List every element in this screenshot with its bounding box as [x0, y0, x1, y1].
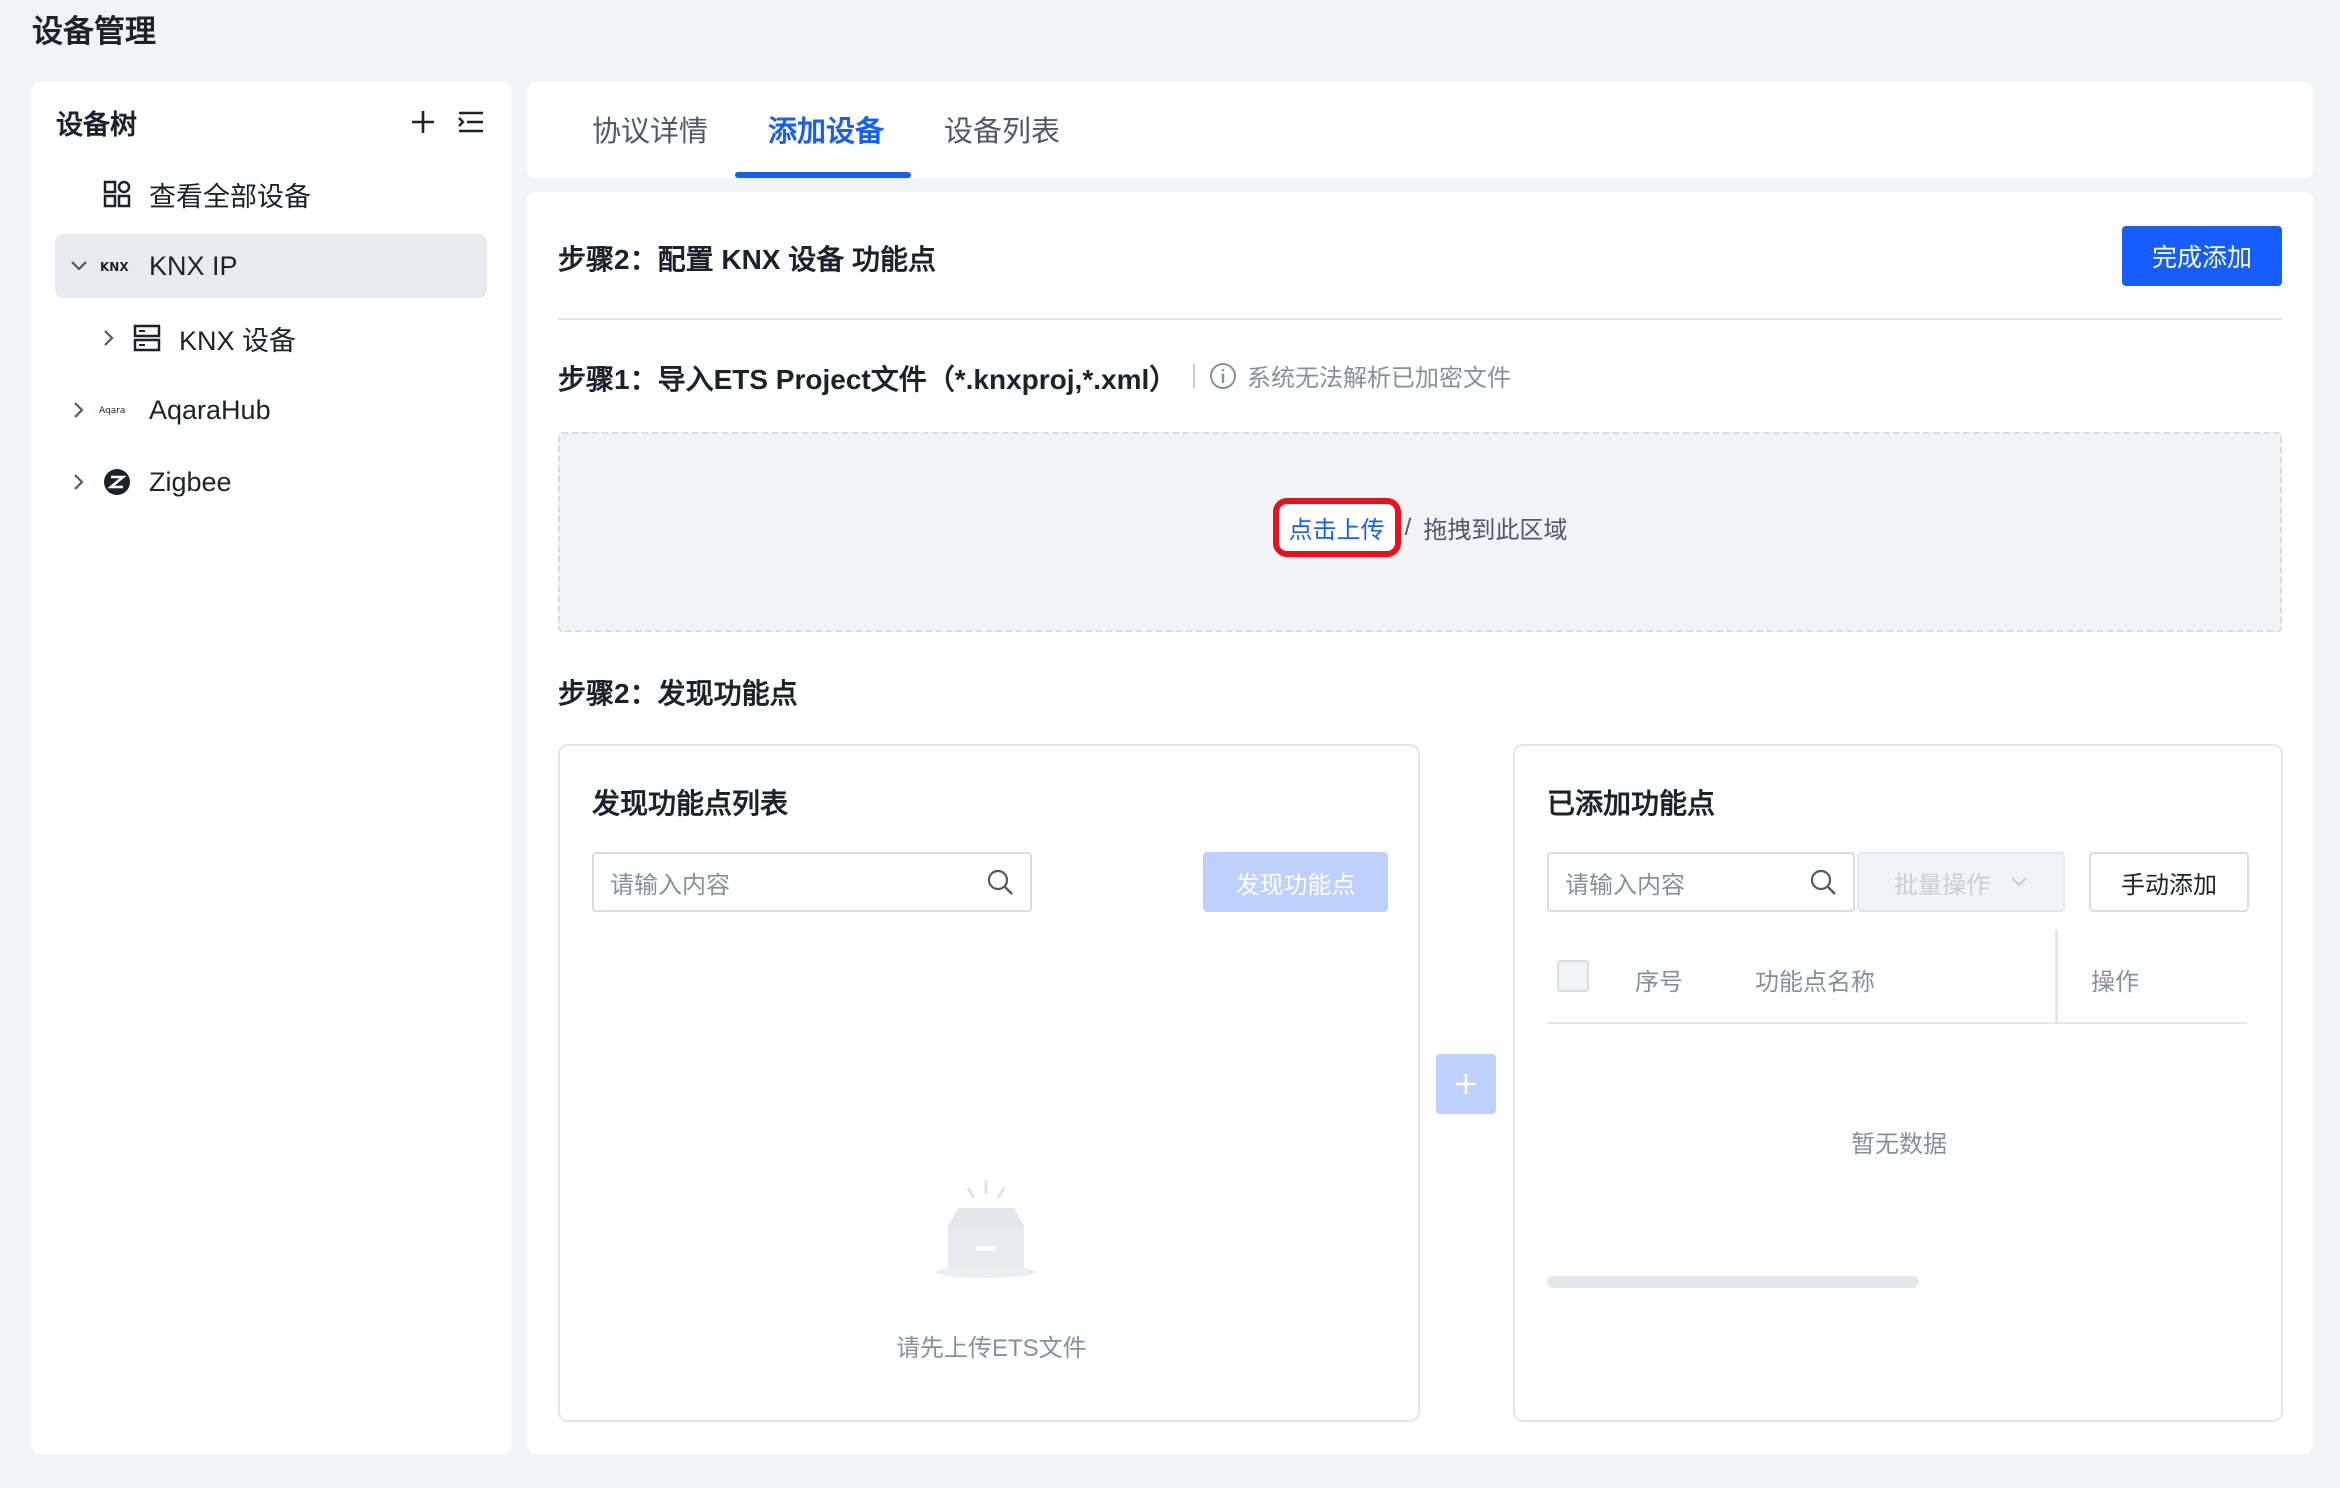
search-icon[interactable] — [986, 868, 1014, 896]
info-icon — [1210, 362, 1236, 389]
device-tree-title: 设备树 — [56, 109, 137, 140]
plus-icon — [1456, 1074, 1476, 1094]
search-placeholder: 请输入内容 — [610, 871, 730, 899]
tab-bar: 协议详情 添加设备 设备列表 — [527, 82, 2313, 178]
page-title: 设备管理 — [32, 14, 156, 49]
chevron-right-icon[interactable] — [95, 324, 123, 352]
upload-dropzone[interactable]: 点击上传 / 拖拽到此区域 — [558, 432, 2282, 632]
aqara-icon: Aqara — [99, 392, 135, 428]
zigbee-icon — [99, 464, 135, 500]
table-header: 序号 功能点名称 操作 — [1547, 930, 2247, 1024]
knx-icon: KNX — [99, 248, 135, 284]
chevron-down-icon[interactable] — [65, 252, 93, 280]
search-placeholder: 请输入内容 — [1565, 871, 1685, 899]
tree-item-zigbee[interactable]: Zigbee — [55, 450, 487, 514]
tab-protocol-details[interactable]: 协议详情 — [592, 108, 708, 178]
device-tree-header: 设备树 — [56, 102, 491, 142]
batch-actions-dropdown[interactable]: 批量操作 — [1857, 852, 2065, 912]
discover-points-button[interactable]: 发现功能点 — [1203, 852, 1388, 912]
search-icon[interactable] — [1809, 868, 1837, 896]
discover-step-title: 步骤2：发现功能点 — [558, 678, 798, 709]
hint-separator — [1193, 363, 1195, 388]
tree-item-knx-ip[interactable]: KNX KNX IP — [55, 234, 487, 298]
manual-add-button[interactable]: 手动添加 — [2089, 852, 2249, 912]
upload-separator: / — [1404, 513, 1412, 541]
svg-text:KNX: KNX — [100, 260, 129, 274]
add-device-panel: 步骤2：配置 KNX 设备 功能点 完成添加 步骤1：导入ETS Project… — [527, 192, 2313, 1454]
tree-item-label: AqaraHub — [149, 394, 271, 425]
click-upload-link[interactable]: 点击上传 — [1272, 498, 1401, 557]
tab-add-device[interactable]: 添加设备 — [768, 108, 884, 178]
empty-table-text: 暂无数据 — [1851, 1131, 1947, 1158]
drag-hint: 拖拽到此区域 — [1423, 517, 1568, 544]
grid-icon — [99, 176, 135, 212]
empty-box-icon — [936, 1180, 1036, 1278]
config-step-title: 步骤2：配置 KNX 设备 功能点 — [558, 244, 937, 275]
added-points-card: 已添加功能点 请输入内容 批量操作 手动添加 序号 功能点名称 操作 暂无数据 — [1513, 744, 2283, 1422]
active-tab-indicator — [735, 172, 911, 178]
encryption-hint: 系统无法解析已加密文件 — [1193, 358, 1511, 393]
svg-text:Aqara: Aqara — [99, 406, 125, 416]
tree-item-label: KNX IP — [149, 250, 238, 281]
added-search-input[interactable]: 请输入内容 — [1547, 852, 1855, 912]
tree-item-label: 查看全部设备 — [149, 181, 311, 212]
chevron-right-icon[interactable] — [65, 468, 93, 496]
import-step-title: 步骤1：导入ETS Project文件（*.knxproj,*.xml） — [558, 364, 1178, 395]
finish-add-button[interactable]: 完成添加 — [2122, 226, 2282, 286]
empty-upload-text: 请先上传ETS文件 — [896, 1335, 1087, 1362]
column-resize-handle[interactable] — [2055, 930, 2058, 1024]
hint-text: 系统无法解析已加密文件 — [1247, 365, 1511, 392]
batch-actions-label: 批量操作 — [1894, 871, 1990, 899]
chevron-down-icon — [2011, 877, 2027, 887]
tree-item-all-devices[interactable]: 查看全部设备 — [55, 162, 487, 226]
horizontal-scrollbar[interactable] — [1547, 1276, 1919, 1288]
add-icon[interactable] — [403, 102, 443, 142]
device-tree-panel: 设备树 查看全部设备 KNX KNX IP KNX 设备 Aqara Aqara… — [31, 82, 511, 1454]
card-title: 发现功能点列表 — [592, 788, 789, 819]
column-header-actions: 操作 — [2091, 969, 2139, 996]
chevron-right-icon[interactable] — [65, 396, 93, 424]
divider — [558, 318, 2282, 320]
tree-item-label: KNX 设备 — [179, 325, 297, 356]
column-header-name: 功能点名称 — [1755, 969, 1875, 996]
add-to-list-button[interactable] — [1436, 1054, 1496, 1114]
tree-item-aqarahub[interactable]: Aqara AqaraHub — [55, 378, 487, 442]
tab-device-list[interactable]: 设备列表 — [944, 108, 1060, 178]
card-title: 已添加功能点 — [1547, 788, 1716, 819]
upload-row: 点击上传 / 拖拽到此区域 — [560, 498, 2280, 557]
discovered-points-card: 发现功能点列表 请输入内容 发现功能点 请先上传ETS文件 — [558, 744, 1420, 1422]
column-header-index: 序号 — [1635, 969, 1683, 996]
collapse-list-icon[interactable] — [451, 102, 491, 142]
tree-item-label: Zigbee — [149, 466, 232, 497]
select-all-checkbox[interactable] — [1557, 960, 1589, 992]
discover-search-input[interactable]: 请输入内容 — [592, 852, 1032, 912]
tree-item-knx-device[interactable]: KNX 设备 — [55, 306, 487, 370]
server-icon — [129, 320, 165, 356]
